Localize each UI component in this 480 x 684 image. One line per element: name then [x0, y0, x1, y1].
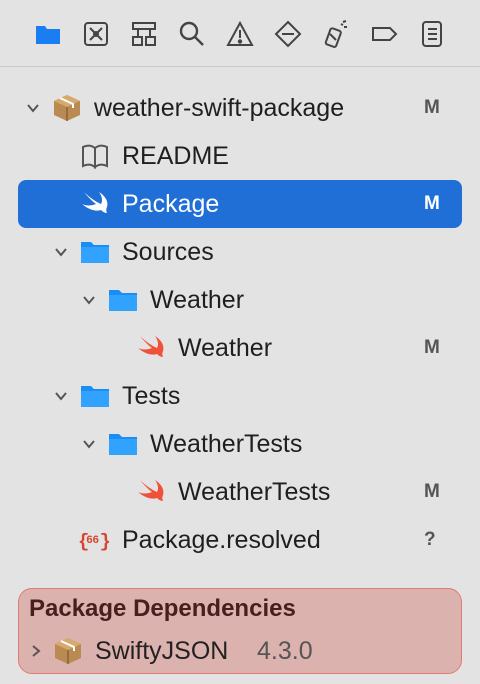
svg-text:}: }: [100, 531, 109, 553]
tree-item-label: README: [122, 142, 229, 170]
section-header: Package Dependencies: [29, 595, 296, 622]
test-spray-icon[interactable]: [320, 18, 352, 50]
tree-row-weather-folder[interactable]: Weather: [0, 276, 480, 324]
package-icon: [50, 92, 84, 124]
tree-item-label: Weather: [150, 286, 245, 314]
tree-row-project[interactable]: weather-swift-package M: [0, 84, 480, 132]
tree-row-sources[interactable]: Sources: [0, 228, 480, 276]
swift-icon: [134, 332, 168, 364]
hierarchy-icon[interactable]: [128, 18, 160, 50]
chevron-down-icon[interactable]: [52, 243, 70, 261]
tree-item-label: Sources: [122, 238, 214, 266]
status-badge: M: [424, 481, 440, 502]
status-badge: ?: [424, 529, 436, 550]
tree-row-weathertests-swift[interactable]: WeatherTests M: [0, 468, 480, 516]
warning-icon[interactable]: [224, 18, 256, 50]
tree-item-label: Package.resolved: [122, 526, 321, 554]
folder-icon: [78, 236, 112, 268]
package-icon: [51, 635, 85, 667]
chevron-down-icon[interactable]: [80, 435, 98, 453]
chevron-down-icon[interactable]: [24, 99, 42, 117]
folder-icon[interactable]: [32, 18, 64, 50]
status-badge: M: [424, 97, 440, 118]
json-braces-icon: {66}: [76, 524, 110, 556]
tag-icon[interactable]: [368, 18, 400, 50]
tree-item-label: Tests: [122, 382, 181, 410]
search-icon[interactable]: [176, 18, 208, 50]
folder-icon: [78, 380, 112, 412]
folder-icon: [106, 428, 140, 460]
breakpoint-diamond-icon[interactable]: [272, 18, 304, 50]
svg-text:66: 66: [86, 534, 99, 546]
swift-icon: [134, 476, 168, 508]
tree-row-readme[interactable]: README: [0, 132, 480, 180]
status-badge: M: [424, 193, 440, 214]
tree-item-label: weather-swift-package: [94, 94, 345, 122]
tree-item-label: Weather: [178, 334, 273, 362]
tree-item-label: WeatherTests: [178, 478, 331, 506]
status-badge: M: [424, 337, 440, 358]
tree-row-package-swift[interactable]: Package M: [0, 180, 480, 228]
dependency-name: SwiftyJSON: [95, 637, 229, 665]
swift-icon: [78, 188, 112, 220]
tree-item-label: WeatherTests: [150, 430, 303, 458]
tree-row-package-resolved[interactable]: {66} Package.resolved ?: [0, 516, 480, 564]
report-icon[interactable]: [416, 18, 448, 50]
tree-row-weathertests-folder[interactable]: WeatherTests: [0, 420, 480, 468]
chevron-down-icon[interactable]: [80, 291, 98, 309]
tree-row-tests[interactable]: Tests: [0, 372, 480, 420]
dependency-version: 4.3.0: [257, 637, 313, 665]
folder-icon: [106, 284, 140, 316]
navigator-toolbar: [0, 0, 480, 67]
tree-row-weather-swift[interactable]: Weather M: [0, 324, 480, 372]
tree-item-label: Package: [122, 190, 220, 218]
package-dependencies-section: Package Dependencies SwiftyJSON 4.3.0: [18, 588, 462, 674]
source-control-icon[interactable]: [80, 18, 112, 50]
chevron-down-icon[interactable]: [52, 387, 70, 405]
book-icon: [78, 140, 112, 172]
chevron-right-icon[interactable]: [27, 642, 45, 660]
dependency-row[interactable]: SwiftyJSON 4.3.0: [19, 631, 461, 671]
